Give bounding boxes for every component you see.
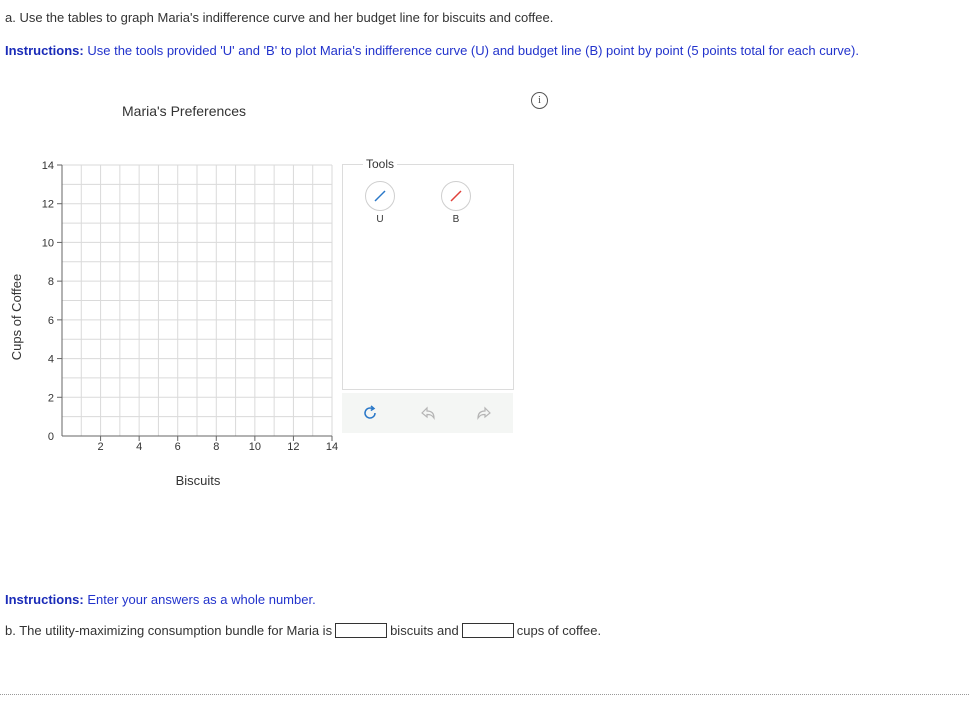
x-tick-label: 10 [249, 441, 261, 453]
reset-button[interactable] [360, 403, 380, 423]
tool-b[interactable]: B [441, 181, 471, 225]
coffee-answer-input[interactable] [461, 623, 514, 638]
x-tick-label: 6 [175, 441, 181, 453]
question-b-middle: biscuits and [390, 623, 459, 638]
x-tick-label: 4 [136, 441, 142, 453]
y-tick-label: 12 [42, 199, 54, 211]
x-tick-label: 14 [326, 441, 338, 453]
tools-panel: Tools U B [342, 157, 514, 390]
bottom-divider [0, 694, 969, 695]
question-b-suffix: cups of coffee. [516, 623, 602, 638]
y-tick-label: 8 [48, 276, 54, 288]
y-tick-label: 2 [48, 392, 54, 404]
instructions-b: Instructions: Enter your answers as a wh… [5, 592, 316, 607]
tool-u-label: U [376, 214, 384, 225]
line-tool-icon [450, 190, 462, 202]
instructions-b-text: Enter your answers as a whole number. [83, 592, 316, 607]
instructions-b-label: Instructions: [5, 592, 84, 607]
info-icon[interactable]: i [531, 92, 548, 109]
y-tick-label: 4 [48, 354, 54, 366]
y-tick-label: 14 [42, 160, 54, 172]
tools-label: Tools [363, 157, 398, 171]
y-tick-label: 10 [42, 237, 54, 249]
graph-area[interactable]: 2 4 6 8 10 12 14 2 4 6 8 10 12 14 0 Cups of Coffee Bis… [0, 140, 345, 490]
x-axis-label: Biscuits [176, 473, 221, 488]
tool-b-label: B [452, 214, 460, 225]
chart-title: Maria's Preferences [122, 103, 247, 119]
grid-layer [62, 164, 333, 436]
reset-icon [364, 405, 376, 419]
tool-u[interactable]: U [365, 181, 395, 225]
x-tick-label: 8 [213, 441, 219, 453]
origin-label: 0 [48, 431, 54, 443]
instructions-text: Use the tools provided 'U' and 'B' to pl… [83, 43, 859, 58]
y-axis-label: Cups of Coffee [9, 274, 24, 360]
u-tool-button[interactable] [365, 181, 395, 211]
question-a-text: a. Use the tables to graph Maria's indif… [5, 10, 554, 25]
graph-action-bar [342, 393, 513, 433]
question-b-prefix: b. The utility-maximizing consumption bu… [5, 623, 333, 638]
x-tick-label: 12 [287, 441, 299, 453]
biscuits-answer-input[interactable] [335, 623, 388, 638]
line-tool-icon [374, 190, 386, 202]
y-tick-label: 6 [48, 315, 54, 327]
instructions-a: Instructions: Use the tools provided 'U'… [5, 43, 865, 59]
instructions-label: Instructions: [5, 43, 84, 58]
undo-button[interactable] [418, 403, 438, 423]
redo-icon [477, 406, 491, 420]
redo-button[interactable] [474, 403, 494, 423]
undo-icon [421, 406, 435, 420]
b-tool-button[interactable] [441, 181, 471, 211]
x-tick-label: 2 [98, 441, 104, 453]
question-b: b. The utility-maximizing consumption bu… [5, 623, 601, 638]
